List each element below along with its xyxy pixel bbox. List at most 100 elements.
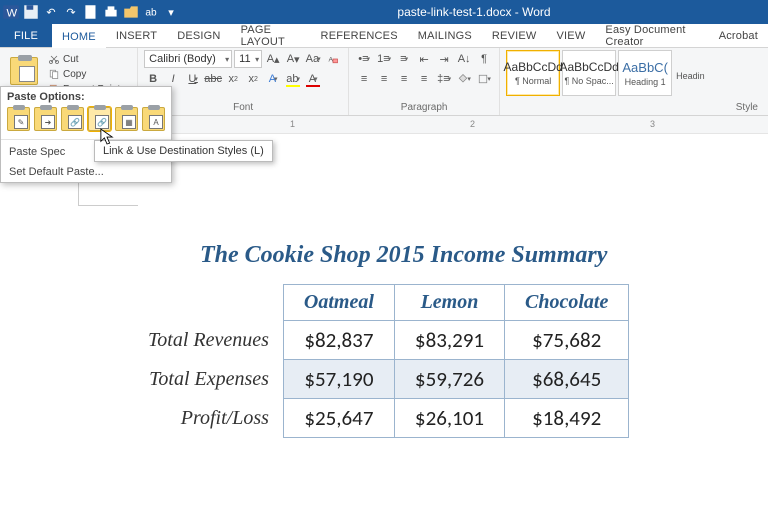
cell: $68,645 bbox=[505, 360, 629, 399]
paste-options-title: Paste Options: bbox=[1, 87, 171, 105]
cell: $83,291 bbox=[394, 321, 504, 360]
tab-mailings[interactable]: MAILINGS bbox=[408, 24, 482, 47]
svg-text:W: W bbox=[7, 8, 18, 20]
set-default-paste-item[interactable]: Set Default Paste... bbox=[1, 162, 171, 182]
sort-button[interactable]: A↓ bbox=[455, 50, 473, 68]
show-marks-button[interactable]: ¶ bbox=[475, 50, 493, 68]
income-table: Oatmeal Lemon Chocolate Total Revenues $… bbox=[128, 284, 629, 438]
text-effects-button[interactable]: A▾ bbox=[264, 70, 282, 88]
cell: $75,682 bbox=[505, 321, 629, 360]
underline-button[interactable]: U▾ bbox=[184, 70, 202, 88]
cell: $57,190 bbox=[283, 360, 394, 399]
cell: $82,837 bbox=[283, 321, 394, 360]
cell: $59,726 bbox=[394, 360, 504, 399]
borders-button[interactable]: ▾ bbox=[475, 70, 493, 88]
qat-undo-icon[interactable]: ↶ bbox=[42, 3, 60, 21]
decrease-indent-button[interactable]: ⇤ bbox=[415, 50, 433, 68]
shrink-font-button[interactable]: A▾ bbox=[284, 50, 302, 68]
row-profit-label: Profit/Loss bbox=[128, 399, 283, 438]
change-case-button[interactable]: Aa▾ bbox=[304, 50, 322, 68]
tab-review[interactable]: REVIEW bbox=[482, 24, 547, 47]
line-spacing-button[interactable]: ‡≡▾ bbox=[435, 70, 453, 88]
qat-open-icon[interactable] bbox=[122, 3, 140, 21]
copy-button[interactable]: Copy bbox=[46, 67, 131, 81]
cut-button[interactable]: Cut bbox=[46, 52, 131, 66]
brush-overlay-icon: ✎ bbox=[14, 115, 28, 129]
style-normal[interactable]: AaBbCcDd¶ Normal bbox=[506, 50, 560, 96]
font-size-combo[interactable]: 11 bbox=[234, 50, 262, 68]
col-lemon: Lemon bbox=[394, 285, 504, 321]
qat-save-icon[interactable] bbox=[22, 3, 40, 21]
numbering-button[interactable]: 1≡▾ bbox=[375, 50, 393, 68]
tab-references[interactable]: REFERENCES bbox=[311, 24, 408, 47]
qat-print-icon[interactable] bbox=[102, 3, 120, 21]
arrow-overlay-icon: ➜ bbox=[41, 115, 55, 129]
row-revenues-label: Total Revenues bbox=[128, 321, 283, 360]
strikethrough-button[interactable]: abc bbox=[204, 70, 222, 88]
style-heading2[interactable]: Headin bbox=[674, 50, 722, 102]
text-overlay-icon: A bbox=[149, 115, 163, 129]
tab-easy-document-creator[interactable]: Easy Document Creator bbox=[595, 24, 708, 47]
tab-design[interactable]: DESIGN bbox=[167, 24, 230, 47]
qat-customize-icon[interactable]: ▾ bbox=[162, 3, 180, 21]
group-styles: AaBbCcDd¶ Normal AaBbCcDd¶ No Spac... Aa… bbox=[500, 48, 768, 115]
mouse-cursor-icon bbox=[100, 128, 114, 146]
tab-file[interactable]: FILE bbox=[0, 24, 52, 47]
ruler-mark-1: 1 bbox=[290, 119, 295, 129]
paste-icon bbox=[10, 57, 38, 85]
qat-spelling-icon[interactable]: ab bbox=[142, 3, 160, 21]
justify-button[interactable]: ≡ bbox=[415, 70, 433, 88]
font-name-combo[interactable]: Calibri (Body) bbox=[144, 50, 232, 68]
chain-overlay-icon: 🔗 bbox=[95, 115, 109, 129]
app-icon[interactable]: W bbox=[2, 3, 20, 21]
increase-indent-button[interactable]: ⇥ bbox=[435, 50, 453, 68]
image-overlay-icon: ▦ bbox=[122, 115, 136, 129]
paste-option-picture[interactable]: ▦ bbox=[115, 107, 138, 131]
paste-option-merge[interactable]: ➜ bbox=[34, 107, 57, 131]
tab-view[interactable]: VIEW bbox=[547, 24, 596, 47]
document-area[interactable]: The Cookie Shop 2015 Income Summary Oatm… bbox=[0, 134, 768, 518]
col-chocolate: Chocolate bbox=[505, 285, 629, 321]
ruler-mark-3: 3 bbox=[650, 119, 655, 129]
shading-button[interactable]: ▾ bbox=[455, 70, 473, 88]
align-left-button[interactable]: ≡ bbox=[355, 70, 373, 88]
highlight-button[interactable]: ab▾ bbox=[284, 70, 302, 88]
col-oatmeal: Oatmeal bbox=[283, 285, 394, 321]
paste-option-keep-source[interactable]: ✎ bbox=[7, 107, 30, 131]
subscript-button[interactable]: x2 bbox=[224, 70, 242, 88]
style-no-spacing[interactable]: AaBbCcDd¶ No Spac... bbox=[562, 50, 616, 96]
tab-page-layout[interactable]: PAGE LAYOUT bbox=[231, 24, 311, 47]
font-color-button[interactable]: A▾ bbox=[304, 70, 322, 88]
ruler-mark-2: 2 bbox=[470, 119, 475, 129]
svg-text:ab: ab bbox=[145, 7, 157, 18]
cell: $18,492 bbox=[505, 399, 629, 438]
document-heading: The Cookie Shop 2015 Income Summary bbox=[200, 242, 607, 269]
bullets-button[interactable]: •≡▾ bbox=[355, 50, 373, 68]
group-paragraph: •≡▾ 1≡▾ ≡▾ ⇤ ⇥ A↓ ¶ ≡ ≡ ≡ ≡ ‡≡▾ ▾ ▾ Para… bbox=[349, 48, 500, 115]
qat-redo-icon[interactable]: ↷ bbox=[62, 3, 80, 21]
row-expenses-label: Total Expenses bbox=[128, 360, 283, 399]
tab-acrobat[interactable]: Acrobat bbox=[709, 24, 768, 47]
superscript-button[interactable]: x2 bbox=[244, 70, 262, 88]
grow-font-button[interactable]: A▴ bbox=[264, 50, 282, 68]
chain-overlay-icon: 🔗 bbox=[68, 115, 82, 129]
style-heading1[interactable]: AaBbC(Heading 1 bbox=[618, 50, 672, 96]
align-right-button[interactable]: ≡ bbox=[395, 70, 413, 88]
tab-home[interactable]: HOME bbox=[52, 24, 106, 47]
tab-insert[interactable]: INSERT bbox=[106, 24, 167, 47]
copy-label: Copy bbox=[63, 69, 86, 80]
ribbon-tabs: FILE HOME INSERT DESIGN PAGE LAYOUT REFE… bbox=[0, 24, 768, 48]
cut-label: Cut bbox=[63, 54, 79, 65]
group-label-font: Font bbox=[144, 102, 342, 115]
paste-options-dropdown: Paste Options: ✎ ➜ 🔗 🔗 ▦ A Paste Spec Se… bbox=[0, 86, 172, 183]
paste-option-link-source[interactable]: 🔗 bbox=[61, 107, 84, 131]
clear-formatting-button[interactable]: A bbox=[324, 50, 342, 68]
title-bar: W ↶ ↷ ab ▾ paste-link-test-1.docx - Word bbox=[0, 0, 768, 24]
paste-option-text-only[interactable]: A bbox=[142, 107, 165, 131]
multilevel-button[interactable]: ≡▾ bbox=[395, 50, 413, 68]
qat-new-icon[interactable] bbox=[82, 3, 100, 21]
group-label-styles: Style bbox=[506, 102, 762, 115]
window-title: paste-link-test-1.docx - Word bbox=[180, 5, 768, 19]
cell: $26,101 bbox=[394, 399, 504, 438]
align-center-button[interactable]: ≡ bbox=[375, 70, 393, 88]
